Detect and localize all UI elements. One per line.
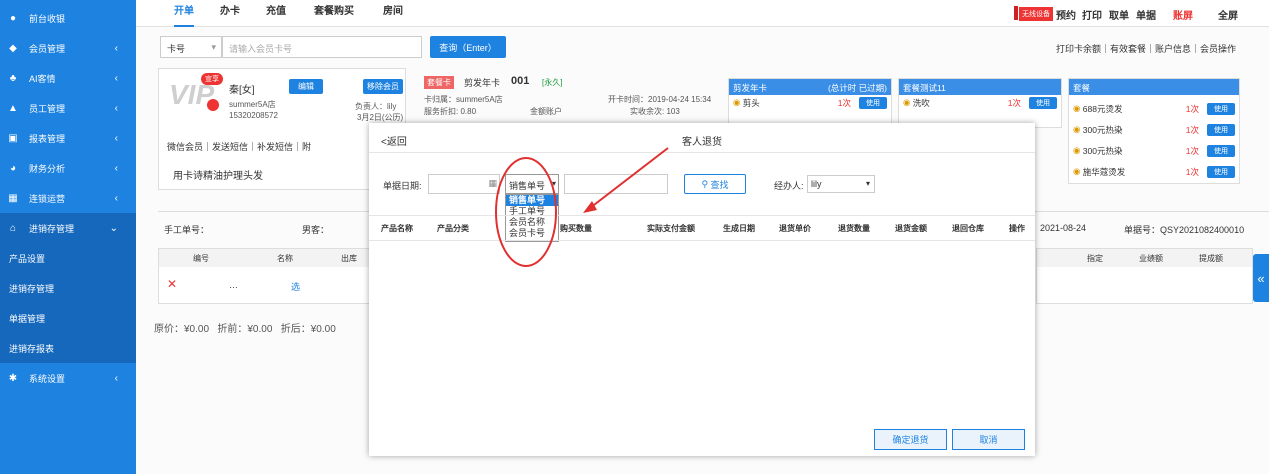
annotation-circle — [495, 157, 557, 267]
annotation-arrowhead — [583, 201, 597, 213]
annotation-arrow — [589, 147, 669, 209]
annotation-overlay — [495, 147, 669, 267]
